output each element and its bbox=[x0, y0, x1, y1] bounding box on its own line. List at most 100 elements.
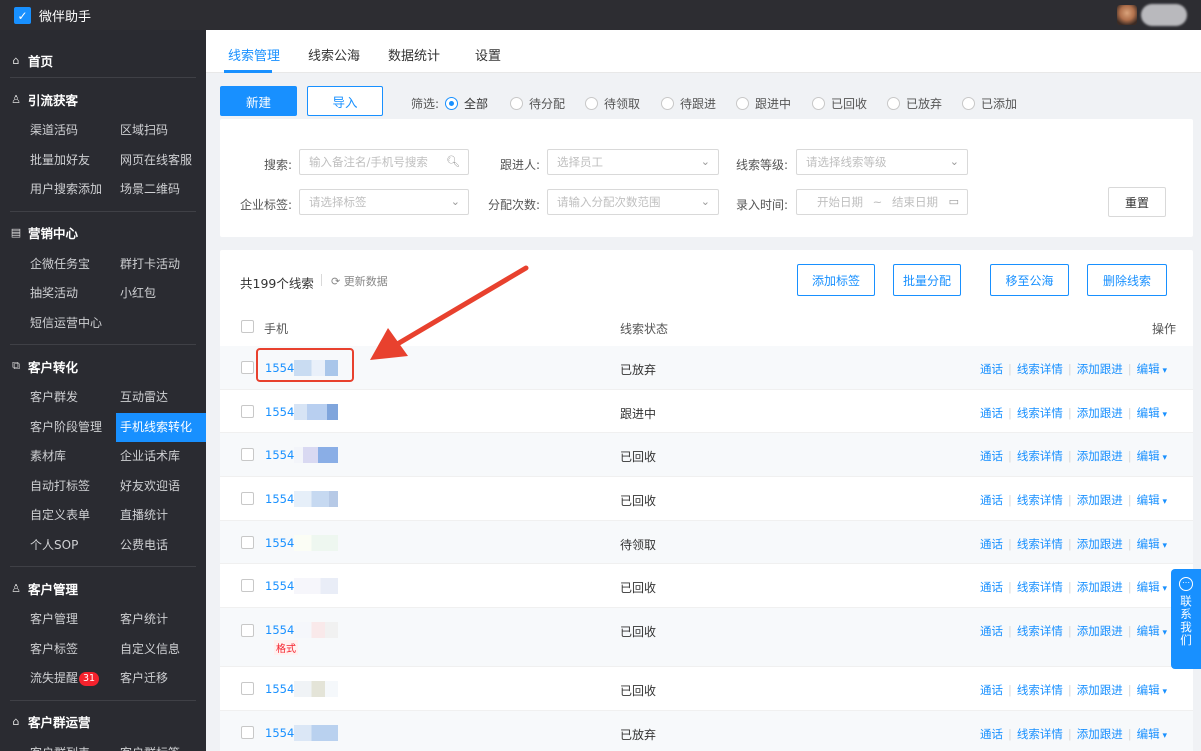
sidebar-item[interactable]: 区域扫码 bbox=[116, 116, 206, 146]
add-followup-link[interactable]: 添加跟进 bbox=[1077, 624, 1123, 638]
row-checkbox[interactable] bbox=[241, 405, 254, 418]
sidebar-item[interactable]: 群打卡活动 bbox=[116, 250, 206, 280]
row-checkbox[interactable] bbox=[241, 726, 254, 739]
row-checkbox[interactable] bbox=[241, 579, 254, 592]
bulk-assign-button[interactable]: 批量分配 bbox=[893, 264, 961, 296]
table-row[interactable]: 15549 待领取 通话 | 线索详情 | 添加跟进 | 编辑 ▾ bbox=[220, 521, 1193, 564]
sidebar-item[interactable]: 手机线索转化 bbox=[116, 412, 206, 442]
sidebar-item[interactable]: 客户统计 bbox=[116, 605, 206, 635]
tab-statistics[interactable]: 数据统计 bbox=[388, 45, 440, 64]
call-link[interactable]: 通话 bbox=[980, 683, 1003, 697]
tab-settings[interactable]: 设置 bbox=[475, 45, 501, 64]
table-row[interactable]: 15549 格式 已回收 通话 | 线索详情 | 添加跟进 | 编辑 ▾ bbox=[220, 608, 1193, 667]
call-link[interactable]: 通话 bbox=[980, 624, 1003, 638]
table-row[interactable]: 1554 已回收 通话 | 线索详情 | 添加跟进 | 编辑 ▾ bbox=[220, 667, 1193, 711]
filter-radio[interactable]: 已放弃 bbox=[887, 95, 942, 112]
table-row[interactable]: 15549 已放弃 通话 | 线索详情 | 添加跟进 | 编辑 ▾ bbox=[220, 711, 1193, 751]
sidebar-item[interactable]: 渠道活码 bbox=[26, 116, 116, 146]
sidebar-section-header[interactable]: ⌂ 首页 bbox=[0, 43, 206, 77]
sidebar-item[interactable]: 客户迁移 bbox=[116, 664, 206, 694]
row-checkbox[interactable] bbox=[241, 624, 254, 637]
phone-link[interactable]: 1554 bbox=[265, 682, 294, 696]
edit-dropdown[interactable]: 编辑 bbox=[1137, 580, 1160, 594]
tab-leads[interactable]: 线索管理 bbox=[228, 45, 280, 64]
row-checkbox[interactable] bbox=[241, 492, 254, 505]
contact-us-button[interactable]: ⋯ 联系我们 bbox=[1171, 569, 1201, 669]
user-name-blurred[interactable] bbox=[1141, 4, 1187, 26]
edit-dropdown[interactable]: 编辑 bbox=[1137, 537, 1160, 551]
radio-button[interactable] bbox=[661, 97, 674, 110]
sidebar-item[interactable]: 客户群标签 bbox=[116, 739, 206, 751]
date-range-picker[interactable]: 开始日期 ~ 结束日期 ▭ bbox=[796, 189, 968, 215]
radio-button[interactable] bbox=[962, 97, 975, 110]
edit-dropdown[interactable]: 编辑 bbox=[1137, 493, 1160, 507]
sidebar-item[interactable]: 客户标签 bbox=[26, 635, 116, 665]
caret-down-icon[interactable]: ▾ bbox=[1160, 628, 1167, 638]
call-link[interactable]: 通话 bbox=[980, 406, 1003, 420]
level-select[interactable]: 请选择线索等级 ⌄ bbox=[796, 149, 968, 175]
table-row[interactable]: 15549 已回收 通话 | 线索详情 | 添加跟进 | 编辑 ▾ bbox=[220, 433, 1193, 477]
sidebar-item[interactable]: 客户管理 bbox=[26, 605, 116, 635]
add-followup-link[interactable]: 添加跟进 bbox=[1077, 493, 1123, 507]
lead-detail-link[interactable]: 线索详情 bbox=[1017, 362, 1063, 376]
import-button[interactable]: 导入 bbox=[307, 86, 383, 116]
sidebar-item[interactable]: 企微任务宝 bbox=[26, 250, 116, 280]
reset-button[interactable]: 重置 bbox=[1108, 187, 1166, 217]
row-checkbox[interactable] bbox=[241, 448, 254, 461]
tag-select[interactable]: 请选择标签 ⌄ bbox=[299, 189, 469, 215]
sidebar-section-header[interactable]: ♙ 引流获客 bbox=[0, 82, 206, 116]
row-checkbox[interactable] bbox=[241, 682, 254, 695]
call-link[interactable]: 通话 bbox=[980, 727, 1003, 741]
sidebar-item[interactable]: 抽奖活动 bbox=[26, 279, 116, 309]
search-icon[interactable]: 🔍︎ bbox=[446, 150, 460, 174]
move-to-pool-button[interactable]: 移至公海 bbox=[990, 264, 1069, 296]
call-link[interactable]: 通话 bbox=[980, 493, 1003, 507]
edit-dropdown[interactable]: 编辑 bbox=[1137, 683, 1160, 697]
table-row[interactable]: 15549 跟进中 通话 | 线索详情 | 添加跟进 | 编辑 ▾ bbox=[220, 390, 1193, 433]
call-link[interactable]: 通话 bbox=[980, 537, 1003, 551]
sidebar-item[interactable]: 互动雷达 bbox=[116, 383, 206, 413]
caret-down-icon[interactable]: ▾ bbox=[1160, 366, 1167, 376]
follower-select[interactable]: 选择员工 ⌄ bbox=[547, 149, 719, 175]
caret-down-icon[interactable]: ▾ bbox=[1160, 731, 1167, 741]
radio-button[interactable] bbox=[585, 97, 598, 110]
add-followup-link[interactable]: 添加跟进 bbox=[1077, 580, 1123, 594]
filter-radio[interactable]: 全部 bbox=[445, 95, 488, 112]
edit-dropdown[interactable]: 编辑 bbox=[1137, 362, 1160, 376]
sidebar-item[interactable]: 批量加好友 bbox=[26, 146, 116, 176]
radio-button[interactable] bbox=[445, 97, 458, 110]
add-followup-link[interactable]: 添加跟进 bbox=[1077, 449, 1123, 463]
sidebar-section-header[interactable]: ♙ 客户管理 bbox=[0, 571, 206, 605]
user-menu[interactable] bbox=[1117, 4, 1187, 26]
lead-detail-link[interactable]: 线索详情 bbox=[1017, 624, 1063, 638]
filter-radio[interactable]: 已添加 bbox=[962, 95, 1017, 112]
lead-detail-link[interactable]: 线索详情 bbox=[1017, 727, 1063, 741]
sidebar-item[interactable]: 短信运营中心 bbox=[26, 309, 116, 339]
lead-detail-link[interactable]: 线索详情 bbox=[1017, 493, 1063, 507]
edit-dropdown[interactable]: 编辑 bbox=[1137, 406, 1160, 420]
lead-detail-link[interactable]: 线索详情 bbox=[1017, 683, 1063, 697]
sidebar-item[interactable]: 好友欢迎语 bbox=[116, 472, 206, 502]
lead-detail-link[interactable]: 线索详情 bbox=[1017, 406, 1063, 420]
sidebar-item[interactable]: 客户群列表 bbox=[26, 739, 116, 751]
sidebar-item[interactable]: 企业话术库 bbox=[116, 442, 206, 472]
caret-down-icon[interactable]: ▾ bbox=[1160, 497, 1167, 507]
sidebar-item[interactable]: 小红包 bbox=[116, 279, 206, 309]
new-button[interactable]: 新建 bbox=[220, 86, 297, 116]
add-followup-link[interactable]: 添加跟进 bbox=[1077, 537, 1123, 551]
sidebar-item[interactable]: 网页在线客服 bbox=[116, 146, 206, 176]
caret-down-icon[interactable]: ▾ bbox=[1160, 410, 1167, 420]
sidebar-item[interactable]: 流失提醒 31 bbox=[26, 664, 116, 694]
filter-radio[interactable]: 已回收 bbox=[812, 95, 867, 112]
sidebar-item[interactable]: 客户阶段管理 bbox=[26, 413, 116, 443]
edit-dropdown[interactable]: 编辑 bbox=[1137, 727, 1160, 741]
sidebar-item[interactable]: 公费电话 bbox=[116, 531, 206, 561]
filter-radio[interactable]: 待领取 bbox=[585, 95, 640, 112]
delete-leads-button[interactable]: 删除线索 bbox=[1087, 264, 1167, 296]
lead-detail-link[interactable]: 线索详情 bbox=[1017, 580, 1063, 594]
caret-down-icon[interactable]: ▾ bbox=[1160, 584, 1167, 594]
edit-dropdown[interactable]: 编辑 bbox=[1137, 624, 1160, 638]
caret-down-icon[interactable]: ▾ bbox=[1160, 453, 1167, 463]
filter-radio[interactable]: 待分配 bbox=[510, 95, 565, 112]
sidebar-item[interactable]: 直播统计 bbox=[116, 501, 206, 531]
